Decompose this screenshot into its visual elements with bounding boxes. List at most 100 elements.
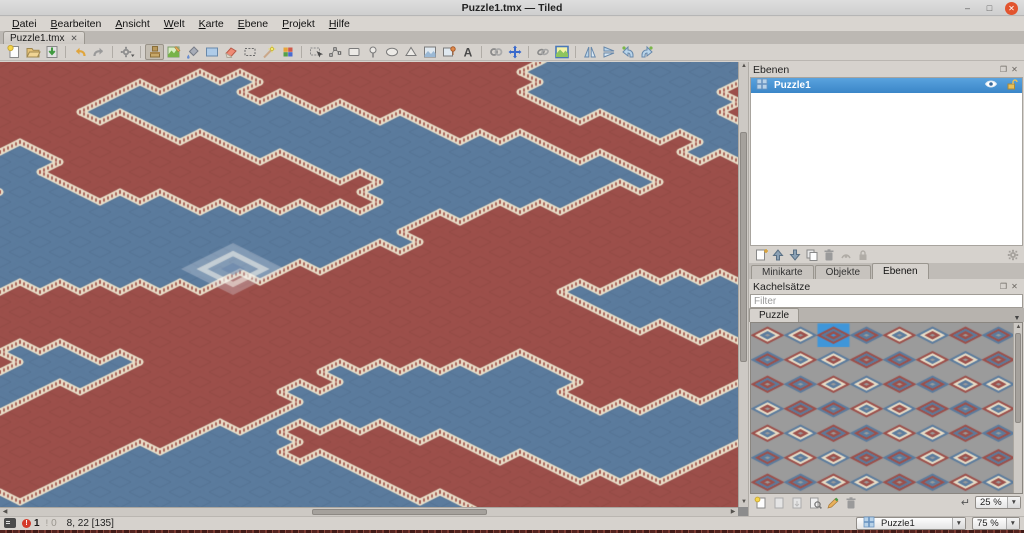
visibility-eye-icon[interactable] — [983, 77, 999, 95]
new-tileset-button[interactable] — [752, 495, 769, 510]
menu-karte[interactable]: Karte — [193, 18, 230, 30]
document-tab-puzzle1.tmx[interactable]: Puzzle1.tmx ✕ — [3, 31, 85, 44]
dock-tab-objekte[interactable]: Objekte — [815, 265, 871, 279]
search-rings-tool[interactable] — [486, 44, 505, 60]
zoom-select-value: 75 % — [977, 518, 1002, 529]
insert-polygon-tool[interactable] — [401, 44, 420, 60]
rect-select-tool[interactable] — [240, 44, 259, 60]
scroll-up-icon[interactable]: ▲ — [1014, 323, 1023, 332]
select-objects-tool[interactable] — [306, 44, 325, 60]
insert-point-tool[interactable] — [363, 44, 382, 60]
rotate-left-button[interactable] — [618, 44, 637, 60]
shape-fill-tool[interactable] — [202, 44, 221, 60]
map-hscroll-thumb[interactable] — [312, 509, 487, 515]
save-file-button[interactable] — [42, 44, 61, 60]
undo-button[interactable] — [70, 44, 89, 60]
tileset-zoom-value: 25 % — [980, 497, 1003, 508]
tileset-vertical-scrollbar[interactable]: ▲ — [1013, 323, 1022, 493]
remove-tileset-button[interactable] — [842, 495, 859, 510]
map-vertical-scrollbar[interactable]: ▲ ▼ — [738, 62, 748, 507]
insert-rectangle-tool[interactable] — [344, 44, 363, 60]
eraser-tool[interactable] — [221, 44, 240, 60]
tileset-vscroll-thumb[interactable] — [1015, 333, 1021, 423]
new-map-button[interactable] — [4, 44, 23, 60]
float-panel-icon[interactable]: ❐ — [998, 281, 1009, 292]
svg-text:A: A — [463, 46, 472, 60]
layer-settings-gear-icon[interactable] — [1004, 247, 1021, 262]
menu-bearbeiten[interactable]: Bearbeiten — [45, 18, 108, 30]
chevron-down-icon[interactable]: ▼ — [1010, 315, 1024, 322]
map-canvas[interactable] — [0, 62, 738, 507]
flip-vertical-button[interactable] — [599, 44, 618, 60]
edit-polygons-tool[interactable] — [325, 44, 344, 60]
insert-template-tool[interactable] — [439, 44, 458, 60]
maximize-icon[interactable]: □ — [983, 2, 996, 15]
tileset-view: ▲ — [750, 322, 1023, 494]
pan-tool[interactable] — [505, 44, 524, 60]
toolbar-separator — [575, 46, 576, 58]
dock-tab-minikarte[interactable]: Minikarte — [751, 265, 814, 279]
bucket-fill-tool[interactable] — [183, 44, 202, 60]
close-icon[interactable]: ✕ — [1005, 2, 1018, 15]
float-panel-icon[interactable]: ❐ — [998, 64, 1009, 75]
title-bar[interactable]: Puzzle1.tmx — Tiled – □ ✕ — [0, 0, 1024, 16]
error-badge[interactable]: ! 1 — [22, 518, 40, 529]
insert-ellipse-tool[interactable] — [382, 44, 401, 60]
close-panel-icon[interactable]: ✕ — [1009, 281, 1020, 292]
map-horizontal-scrollbar[interactable]: ◀ ▶ — [0, 507, 738, 516]
commands-button[interactable] — [117, 44, 136, 60]
map-vscroll-thumb[interactable] — [740, 132, 747, 362]
same-tile-select-tool[interactable] — [278, 44, 297, 60]
export-tileset-button[interactable] — [788, 495, 805, 510]
link-tool[interactable] — [533, 44, 552, 60]
magic-wand-tool[interactable] — [259, 44, 278, 60]
embed-tileset-button[interactable] — [770, 495, 787, 510]
console-icon[interactable] — [4, 518, 16, 528]
duplicate-layer-button[interactable] — [803, 247, 820, 262]
stamp-brush-tool[interactable] — [145, 44, 164, 60]
tileset-zoom-combo[interactable]: 25 %▼ — [975, 496, 1021, 509]
layer-list[interactable]: Puzzle1 — [750, 77, 1023, 246]
menu-ansicht[interactable]: Ansicht — [109, 18, 155, 30]
menu-projekt[interactable]: Projekt — [276, 18, 321, 30]
flip-horizontal-button[interactable] — [580, 44, 599, 60]
close-panel-icon[interactable]: ✕ — [1009, 64, 1020, 75]
terrain-brush-tool[interactable] — [164, 44, 183, 60]
tileset-properties-button[interactable] — [824, 495, 841, 510]
document-tab-label: Puzzle1.tmx — [10, 33, 64, 44]
scroll-down-icon[interactable]: ▼ — [739, 498, 749, 507]
tileset-tab-puzzle[interactable]: Puzzle — [749, 308, 799, 322]
tileset-filter-input[interactable] — [750, 294, 1023, 308]
minimize-icon[interactable]: – — [961, 2, 974, 15]
dock-tab-ebenen[interactable]: Ebenen — [872, 263, 928, 279]
menu-datei[interactable]: Datei — [6, 18, 43, 30]
tileset-canvas[interactable] — [751, 323, 1015, 493]
insert-tile-tool[interactable] — [420, 44, 439, 60]
tilesets-panel-title: Kachelsätze — [753, 281, 998, 293]
remove-layer-button[interactable] — [820, 247, 837, 262]
tileset-image-tool[interactable] — [552, 44, 571, 60]
tileset-filter-row — [750, 294, 1023, 308]
edit-tileset-button[interactable] — [806, 495, 823, 510]
tab-close-icon[interactable]: ✕ — [70, 33, 77, 44]
zoom-select-combo[interactable]: 75 % ▼ — [972, 517, 1020, 530]
menu-hilfe[interactable]: Hilfe — [323, 18, 356, 30]
lock-layer-button[interactable] — [854, 247, 871, 262]
layer-select-combo[interactable]: Puzzle1 ▼ — [856, 517, 966, 530]
menu-ebene[interactable]: Ebene — [232, 18, 274, 30]
layer-row-puzzle1[interactable]: Puzzle1 — [751, 78, 1022, 93]
open-file-button[interactable] — [23, 44, 42, 60]
menu-welt[interactable]: Welt — [158, 18, 191, 30]
dynamic-wrap-icon[interactable]: ↵ — [957, 495, 974, 510]
lower-layer-button[interactable] — [786, 247, 803, 262]
toggle-other-layers-button[interactable] — [837, 247, 854, 262]
tiled-window: Puzzle1.tmx — Tiled – □ ✕ DateiBearbeite… — [0, 0, 1024, 533]
warning-badge[interactable]: ! 0 — [46, 518, 57, 529]
scroll-up-icon[interactable]: ▲ — [739, 62, 749, 71]
raise-layer-button[interactable] — [769, 247, 786, 262]
lock-icon[interactable] — [1003, 77, 1019, 95]
new-layer-button[interactable] — [752, 247, 769, 262]
insert-text-tool[interactable]: A — [458, 44, 477, 60]
rotate-right-button[interactable] — [637, 44, 656, 60]
redo-button[interactable] — [89, 44, 108, 60]
